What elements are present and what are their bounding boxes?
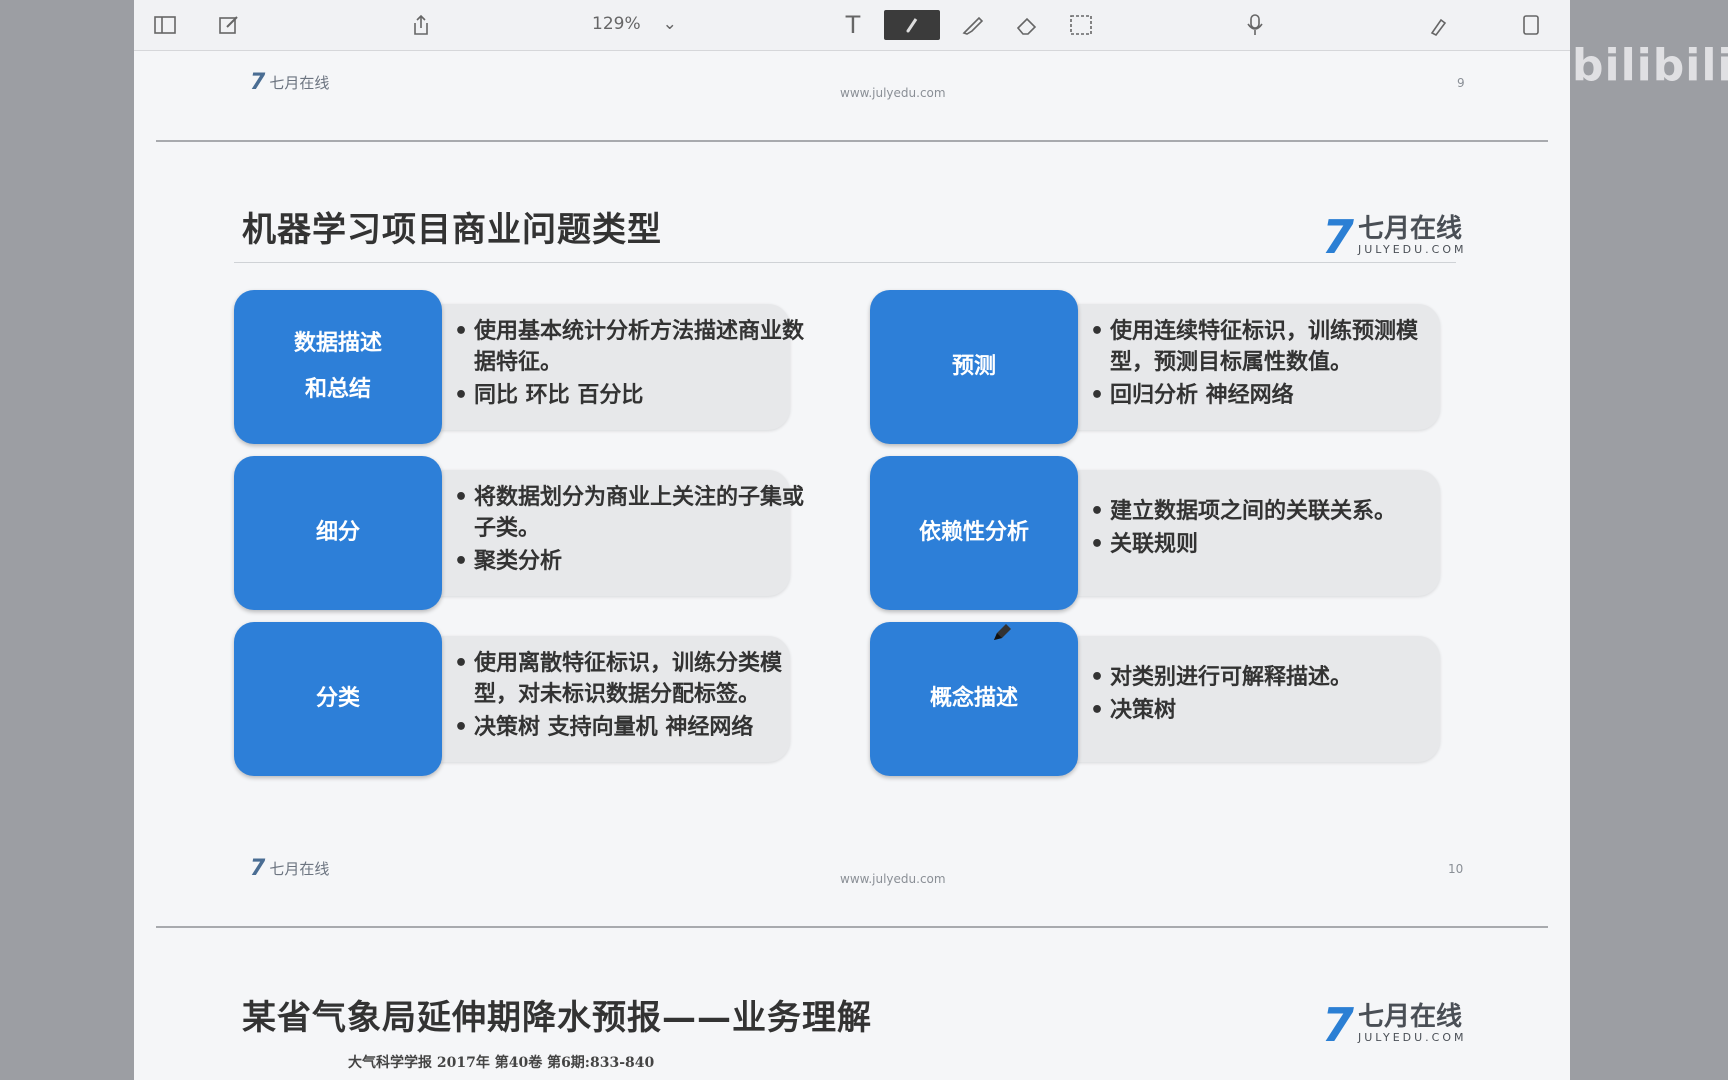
pen-cursor-icon	[991, 620, 1015, 648]
card-label: 预测	[870, 290, 1078, 444]
card-bullets: 使用基本统计分析方法描述商业数据特征。 同比 环比 百分比	[452, 316, 812, 413]
card-label: 依赖性分析	[870, 456, 1078, 610]
card-concept-description: 概念描述 对类别进行可解释描述。 决策树	[870, 622, 1450, 776]
journal-citation: 大气科学学报 2017年 第40卷 第6期:833-840	[348, 1055, 655, 1071]
bullet-item: 回归分析 神经网络	[1088, 380, 1428, 411]
card-bullets: 使用离散特征标识，训练分类模型，对未标识数据分配标签。 决策树 支持向量机 神经…	[452, 648, 812, 745]
selection-icon[interactable]	[1068, 12, 1094, 38]
card-classification: 分类 使用离散特征标识，训练分类模型，对未标识数据分配标签。 决策树 支持向量机…	[234, 622, 814, 776]
page-divider	[156, 140, 1548, 142]
brand-logo: 7 七月在线 JULYEDU.COM	[1322, 214, 1467, 260]
text-tool-icon[interactable]: T	[840, 11, 866, 39]
brand-domain: JULYEDU.COM	[1358, 1031, 1467, 1044]
bullet-item: 对类别进行可解释描述。	[1088, 662, 1428, 693]
pdf-page-area[interactable]: 129% ⌄ T 7 七月在线 www.julyedu.com 9 机器学习项目…	[134, 0, 1570, 1080]
brand-logo: 7 七月在线 JULYEDU.COM	[1322, 1002, 1467, 1048]
card-prediction: 预测 使用连续特征标识，训练预测模型，预测目标属性数值。 回归分析 神经网络	[870, 290, 1450, 444]
annotation-toolbar: 129% ⌄ T	[134, 0, 1570, 51]
card-label: 数据描述 和总结	[234, 290, 442, 444]
slide2-page-number: 10	[1448, 862, 1464, 876]
bullet-item: 将数据划分为商业上关注的子集或子类。	[452, 482, 812, 544]
slide2-title: 机器学习项目商业问题类型	[242, 210, 662, 250]
card-bullets: 将数据划分为商业上关注的子集或子类。 聚类分析	[452, 482, 812, 579]
bullet-item: 同比 环比 百分比	[452, 380, 812, 411]
card-bullets: 使用连续特征标识，训练预测模型，预测目标属性数值。 回归分析 神经网络	[1088, 316, 1428, 413]
bullet-item: 决策树	[1088, 695, 1428, 726]
bullet-item: 建立数据项之间的关联关系。	[1088, 496, 1428, 527]
eraser-icon[interactable]	[1014, 12, 1040, 38]
zoom-control[interactable]: 129% ⌄	[592, 14, 677, 34]
slide1-page-number: 9	[1457, 76, 1465, 90]
card-label: 细分	[234, 456, 442, 610]
page-divider	[156, 926, 1548, 928]
slide1-url: www.julyedu.com	[840, 86, 946, 100]
slide2-url: www.julyedu.com	[840, 872, 946, 886]
card-dependency-analysis: 依赖性分析 建立数据项之间的关联关系。 关联规则	[870, 456, 1450, 610]
brand-seven-icon: 7	[1322, 210, 1355, 264]
bilibili-watermark: bilibili	[1572, 40, 1728, 91]
title-underline	[234, 262, 1456, 263]
share-icon[interactable]	[408, 12, 434, 38]
card-segmentation: 细分 将数据划分为商业上关注的子集或子类。 聚类分析	[234, 456, 814, 610]
zoom-level: 129%	[592, 14, 641, 34]
slide1-footer-logo: 7 七月在线	[250, 70, 330, 95]
brand-seven-icon: 7	[1322, 998, 1355, 1052]
brand-name: 七月在线	[1358, 1002, 1463, 1032]
page-icon[interactable]	[1518, 12, 1544, 38]
pen-tool-icon[interactable]	[884, 10, 940, 40]
logo-seven-icon: 7	[250, 856, 266, 881]
card-label: 概念描述	[870, 622, 1078, 776]
brand-domain: JULYEDU.COM	[1358, 243, 1467, 256]
bullet-item: 使用基本统计分析方法描述商业数据特征。	[452, 316, 812, 378]
bullet-item: 使用离散特征标识，训练分类模型，对未标识数据分配标签。	[452, 648, 812, 710]
bullet-item: 决策树 支持向量机 神经网络	[452, 712, 812, 743]
microphone-icon[interactable]	[1242, 12, 1268, 38]
card-label: 分类	[234, 622, 442, 776]
highlighter-icon[interactable]	[960, 12, 986, 38]
sidebar-toggle-icon[interactable]	[152, 12, 178, 38]
pen-settings-icon[interactable]	[1426, 12, 1452, 38]
card-bullets: 对类别进行可解释描述。 决策树	[1088, 662, 1428, 728]
edit-icon[interactable]	[216, 12, 242, 38]
bullet-item: 使用连续特征标识，训练预测模型，预测目标属性数值。	[1088, 316, 1428, 378]
bullet-item: 聚类分析	[452, 546, 812, 577]
chevron-down-icon: ⌄	[662, 14, 677, 34]
card-data-description: 数据描述和总结 使用基本统计分析方法描述商业数据特征。 同比 环比 百分比	[234, 290, 814, 444]
card-bullets: 建立数据项之间的关联关系。 关联规则	[1088, 496, 1428, 562]
brand-name: 七月在线	[1358, 214, 1463, 244]
slide3-title: 某省气象局延伸期降水预报——业务理解	[242, 998, 872, 1038]
slide2-footer-logo: 7 七月在线	[250, 856, 330, 881]
bullet-item: 关联规则	[1088, 529, 1428, 560]
logo-seven-icon: 7	[250, 70, 266, 95]
